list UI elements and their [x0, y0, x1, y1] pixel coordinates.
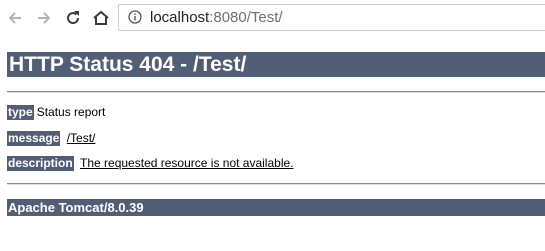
- description-row: description The requested resource is no…: [7, 156, 294, 171]
- message-row: message /Test/: [7, 131, 95, 146]
- server-footer: Apache Tomcat/8.0.39: [7, 199, 545, 216]
- message-value: /Test/: [66, 131, 96, 145]
- browser-toolbar: localhost:8080/Test/: [0, 0, 545, 36]
- address-bar[interactable]: localhost:8080/Test/: [118, 4, 545, 31]
- message-label: message: [7, 131, 61, 146]
- back-button[interactable]: [4, 7, 26, 29]
- reload-icon: [67, 11, 80, 25]
- description-label: description: [7, 156, 74, 171]
- type-value: Status report: [36, 105, 106, 119]
- page-title: HTTP Status 404 - /Test/: [7, 52, 545, 77]
- divider-top: [7, 91, 545, 93]
- url-text[interactable]: localhost:8080/Test/: [150, 9, 283, 27]
- info-circle-icon[interactable]: [128, 10, 142, 24]
- description-value: The requested resource is not available.: [80, 156, 294, 170]
- arrow-left-icon: [8, 12, 21, 24]
- divider-bottom: [7, 183, 545, 185]
- type-row: type Status report: [7, 105, 105, 120]
- arrow-right-icon: [38, 12, 51, 24]
- url-host: localhost: [150, 9, 210, 26]
- url-path: :8080/Test/: [209, 9, 283, 26]
- forward-button[interactable]: [33, 7, 55, 29]
- home-icon: [93, 10, 109, 25]
- home-button[interactable]: [90, 7, 112, 29]
- type-label: type: [7, 105, 34, 120]
- reload-button[interactable]: [62, 7, 84, 29]
